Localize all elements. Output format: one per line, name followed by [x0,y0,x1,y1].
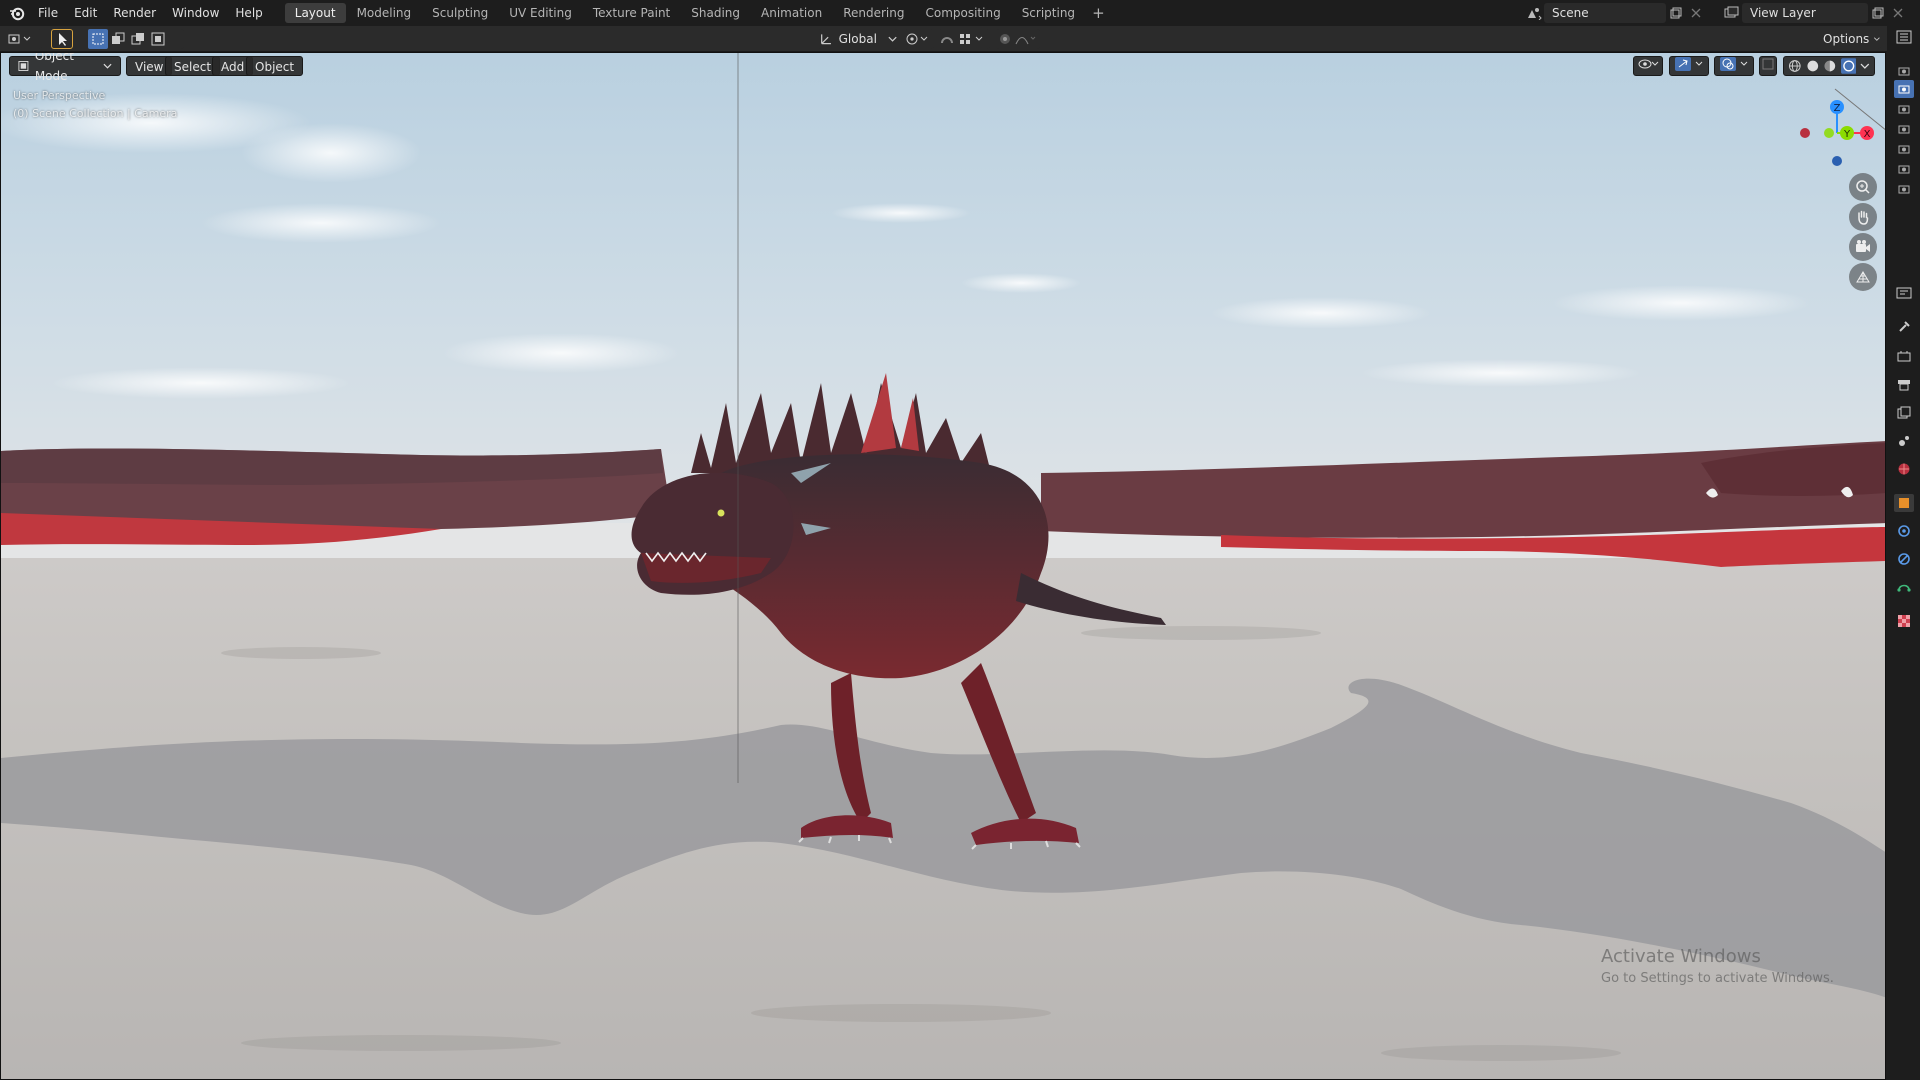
transform-orientation-label: Global [838,32,877,46]
right-panel-strip [1887,26,1920,1080]
view-layer-properties-icon[interactable] [1894,404,1914,422]
hand-pan-icon[interactable] [1849,203,1877,231]
tab-scripting[interactable]: Scripting [1012,3,1085,23]
object-menu[interactable]: Object [246,56,304,76]
gizmo-y-label: Y [1843,129,1851,140]
pivot-point-dropdown[interactable] [904,29,934,49]
menu-render[interactable]: Render [105,0,164,26]
tab-shading[interactable]: Shading [681,3,750,23]
new-view-layer-icon[interactable] [1868,3,1888,23]
editor-type-selector[interactable] [6,29,42,49]
tool-header: Global Options [0,26,1920,52]
workspace-tabs: Layout Modeling Sculpting UV Editing Tex… [284,0,1111,26]
solid-shading-icon[interactable] [1806,59,1820,73]
select-subtract-icon[interactable] [128,29,148,49]
select-extend-icon[interactable] [108,29,128,49]
add-workspace-icon[interactable]: + [1086,3,1111,23]
view-layer-name-field[interactable]: View Layer [1742,3,1868,23]
render-properties-icon[interactable] [1894,348,1914,366]
menu-help[interactable]: Help [227,0,270,26]
3d-viewport[interactable]: Object Mode View Select Add Object User … [0,52,1886,1080]
gizmo-toggle[interactable] [1669,56,1709,76]
menu-file[interactable]: File [30,0,66,26]
gizmo-z-label: Z [1834,103,1841,114]
camera-visibility-icon-2[interactable] [1894,100,1914,118]
scene-icon[interactable] [1524,3,1544,23]
camera-view-icon[interactable] [1849,233,1877,261]
activate-windows-watermark: Activate Windows Go to Settings to activ… [1601,946,1835,986]
proportional-editing-group[interactable] [996,29,1040,49]
snap-group[interactable] [938,29,990,49]
watermark-title: Activate Windows [1601,946,1761,967]
camera-visibility-icon-5[interactable] [1894,160,1914,178]
scene-selector: Scene [1524,3,1706,23]
camera-visibility-icon-6[interactable] [1894,180,1914,198]
options-dropdown[interactable]: Options [1815,29,1881,49]
delete-scene-icon[interactable] [1686,3,1706,23]
constraint-properties-icon[interactable] [1894,578,1914,596]
tab-modeling[interactable]: Modeling [347,3,422,23]
zoom-icon[interactable] [1849,173,1877,201]
tab-animation[interactable]: Animation [751,3,832,23]
scene-name-field[interactable]: Scene [1544,3,1666,23]
tab-compositing[interactable]: Compositing [915,3,1010,23]
output-properties-icon[interactable] [1894,376,1914,394]
tab-rendering[interactable]: Rendering [833,3,914,23]
viewport-render [1,53,1885,1079]
xray-toggle[interactable] [1759,56,1777,76]
camera-active-icon[interactable] [1894,80,1914,98]
outliner-editor-icon[interactable] [1894,28,1914,46]
options-label: Options [1823,32,1870,46]
texture-properties-icon[interactable] [1894,612,1914,630]
select-new-icon[interactable] [88,29,108,49]
perspective-label: User Perspective [13,89,106,102]
camera-visibility-icon-3[interactable] [1894,120,1914,138]
tab-layout[interactable]: Layout [284,3,346,23]
wireframe-shading-icon[interactable] [1788,59,1802,73]
overlays-toggle[interactable] [1714,56,1754,76]
new-scene-icon[interactable] [1666,3,1686,23]
modifier-properties-icon[interactable] [1894,522,1914,540]
gizmo-x-label: X [1864,129,1871,140]
object-mode-label: Object Mode [34,52,74,83]
camera-visibility-icon-4[interactable] [1894,140,1914,158]
chevron-down-icon [888,36,897,42]
menu-edit[interactable]: Edit [66,0,105,26]
chevron-down-icon [103,63,112,69]
tab-uv-editing[interactable]: UV Editing [499,3,582,23]
blender-logo-icon[interactable] [4,0,30,26]
tab-sculpting[interactable]: Sculpting [422,3,498,23]
material-shading-icon[interactable] [1823,59,1837,73]
tool-properties-icon[interactable] [1894,318,1914,336]
chevron-down-icon[interactable] [1860,62,1870,70]
view-layer-selector: View Layer [1722,3,1908,23]
object-mode-dropdown[interactable]: Object Mode [9,53,121,83]
camera-visibility-icon[interactable] [1894,62,1914,80]
collection-label: (0) Scene Collection | Camera [13,107,178,120]
orthographic-grid-icon[interactable] [1849,263,1877,291]
world-properties-icon[interactable] [1894,460,1914,478]
rendered-shading-icon[interactable] [1840,58,1857,74]
object-properties-icon[interactable] [1894,494,1914,512]
visibility-dropdown[interactable] [1633,56,1663,76]
select-invert-icon[interactable] [148,29,168,49]
view-layer-icon[interactable] [1722,3,1742,23]
properties-editor-icon[interactable] [1894,284,1914,302]
delete-view-layer-icon[interactable] [1888,3,1908,23]
menu-window[interactable]: Window [164,0,227,26]
tab-texture-paint[interactable]: Texture Paint [583,3,680,23]
physics-properties-icon[interactable] [1894,550,1914,568]
top-bar: File Edit Render Window Help Layout Mode… [0,0,1920,26]
object-mode-icon [18,61,29,71]
cursor-select-icon[interactable] [51,29,73,49]
orientation-icon [821,34,831,45]
watermark-subtitle: Go to Settings to activate Windows. [1601,971,1834,986]
scene-properties-icon[interactable] [1894,432,1914,450]
transform-orientation-dropdown[interactable]: Global [818,29,898,49]
chevron-down-icon [1874,37,1881,41]
selection-mode-group [88,29,184,49]
navigation-gizmo[interactable]: Z X Y [1791,73,1886,193]
